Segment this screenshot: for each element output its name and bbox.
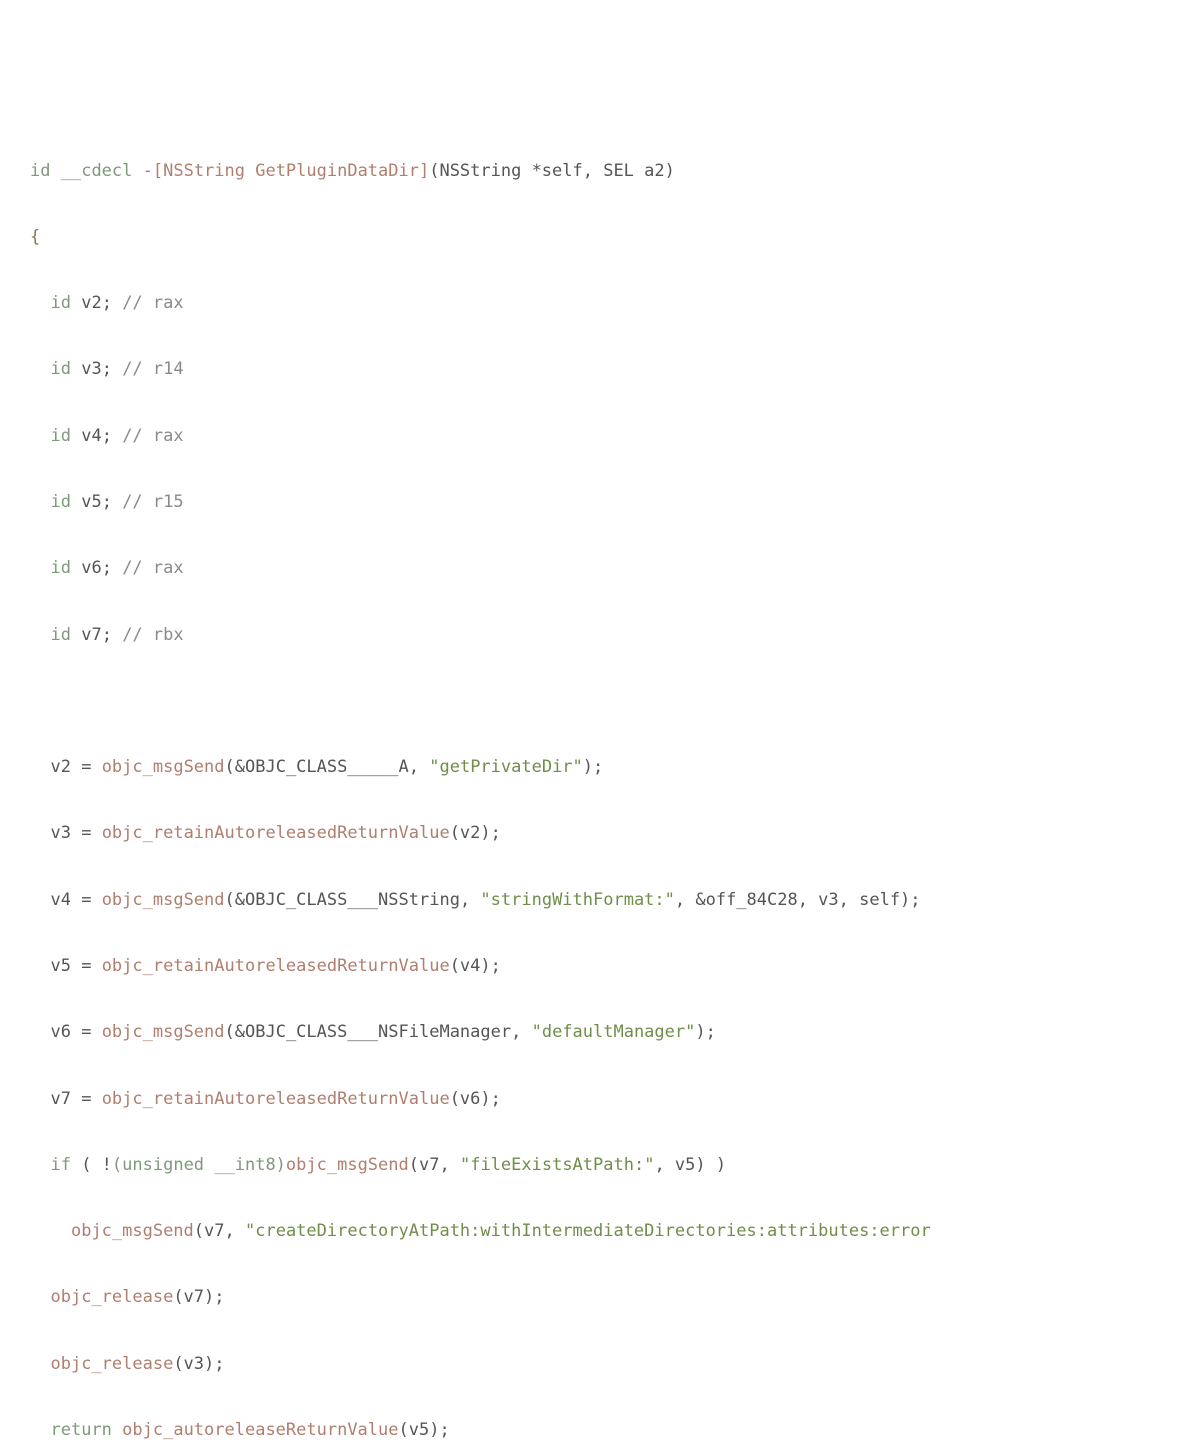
- keyword-id: id: [30, 161, 50, 181]
- stmt-if: if ( !(unsigned __int8)objc_msgSend(v7, …: [30, 1149, 1170, 1182]
- stmt: v5 = objc_retainAutoreleasedReturnValue(…: [30, 950, 1170, 983]
- param-list: (NSString *self, SEL a2): [429, 161, 675, 181]
- stmt: objc_release(v3);: [30, 1348, 1170, 1381]
- decl-line: id v7; // rbx: [30, 619, 1170, 652]
- stmt: objc_release(v7);: [30, 1281, 1170, 1314]
- decl-line: id v2; // rax: [30, 287, 1170, 320]
- decl-line: id v6; // rax: [30, 552, 1170, 585]
- code-line: id __cdecl -[NSString GetPluginDataDir](…: [30, 155, 1170, 188]
- decl-line: id v4; // rax: [30, 420, 1170, 453]
- stmt: v6 = objc_msgSend(&OBJC_CLASS___NSFileMa…: [30, 1016, 1170, 1049]
- decl-line: id v5; // r15: [30, 486, 1170, 519]
- brace-open: {: [30, 221, 1170, 254]
- stmt: v7 = objc_retainAutoreleasedReturnValue(…: [30, 1083, 1170, 1116]
- stmt-return: return objc_autoreleaseReturnValue(v5);: [30, 1414, 1170, 1440]
- stmt: v2 = objc_msgSend(&OBJC_CLASS_____A, "ge…: [30, 751, 1170, 784]
- keyword-cdecl: __cdecl: [61, 161, 133, 181]
- stmt: v3 = objc_retainAutoreleasedReturnValue(…: [30, 817, 1170, 850]
- decl-line: id v3; // r14: [30, 353, 1170, 386]
- blank-line: [30, 685, 1170, 718]
- objc-selector: -[NSString GetPluginDataDir]: [143, 161, 430, 181]
- stmt: v4 = objc_msgSend(&OBJC_CLASS___NSString…: [30, 884, 1170, 917]
- stmt: objc_msgSend(v7, "createDirectoryAtPath:…: [30, 1215, 1170, 1248]
